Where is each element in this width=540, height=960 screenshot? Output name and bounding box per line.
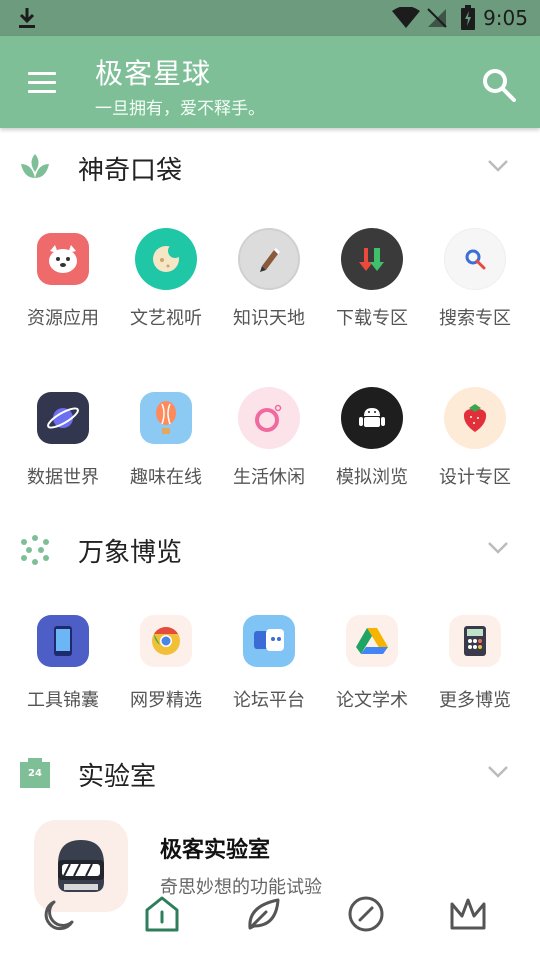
grid-item-knowledge[interactable]: 知识天地 xyxy=(217,228,321,348)
dots-icon xyxy=(21,535,49,565)
grid-item-resource-apps[interactable]: 资源应用 xyxy=(11,228,115,348)
phone-icon xyxy=(37,615,89,667)
sprout-icon xyxy=(21,154,49,178)
grid-item-label: 模拟浏览 xyxy=(336,467,408,488)
chat-icon xyxy=(243,615,295,667)
android-icon xyxy=(341,387,403,449)
pen-icon xyxy=(238,228,300,290)
grid-item-fun[interactable]: 趣味在线 xyxy=(114,387,218,507)
section-header-expo[interactable]: 万象博览 xyxy=(0,518,540,578)
chevron-down-icon[interactable] xyxy=(486,158,510,174)
section-header-pocket[interactable]: 神奇口袋 xyxy=(0,136,540,196)
strawberry-icon xyxy=(444,387,506,449)
chrome-icon xyxy=(140,615,192,667)
grid-item-label: 网罗精选 xyxy=(130,690,202,711)
grid-item-life[interactable]: 生活休闲 xyxy=(217,387,321,507)
building-24-icon: 24 xyxy=(20,758,50,788)
grid-item-label: 设计专区 xyxy=(439,467,511,488)
grid-item-label: 知识天地 xyxy=(233,308,305,329)
battery-icon xyxy=(461,5,475,30)
grid-item-label: 论文学术 xyxy=(336,690,408,711)
download-arrows-icon xyxy=(341,228,403,290)
dog-icon xyxy=(37,233,89,285)
grid-item-label: 文艺视听 xyxy=(130,308,202,329)
balloon-icon xyxy=(140,392,192,444)
grid-item-picks[interactable]: 网罗精选 xyxy=(114,610,218,730)
compass-icon[interactable] xyxy=(346,894,386,934)
wifi-icon xyxy=(392,7,420,28)
section-title: 实验室 xyxy=(78,762,157,792)
search-icon[interactable] xyxy=(482,68,516,102)
grid-item-arts[interactable]: 文艺视听 xyxy=(114,228,218,348)
chevron-down-icon[interactable] xyxy=(486,764,510,780)
home-icon[interactable] xyxy=(142,894,182,934)
grid-item-label: 更多博览 xyxy=(439,690,511,711)
grid-item-tools[interactable]: 工具锦囊 xyxy=(11,610,115,730)
moon-cookie-icon xyxy=(135,228,197,290)
status-bar: 9:05 xyxy=(0,0,540,36)
section-title: 神奇口袋 xyxy=(78,156,183,186)
drive-icon xyxy=(346,615,398,667)
grid-item-forum[interactable]: 论坛平台 xyxy=(217,610,321,730)
app-bar: 极客星球 一旦拥有，爱不释手。 xyxy=(0,36,540,128)
grid-item-label: 资源应用 xyxy=(27,308,99,329)
grid-item-search[interactable]: 搜索专区 xyxy=(423,228,527,348)
app-subtitle: 一旦拥有，爱不释手。 xyxy=(95,99,265,119)
grid-item-more[interactable]: 更多博览 xyxy=(423,610,527,730)
bottom-nav xyxy=(0,880,540,960)
no-signal-icon xyxy=(427,8,447,28)
crown-icon[interactable] xyxy=(448,894,488,934)
grid-item-label: 工具锦囊 xyxy=(27,690,99,711)
section-title: 万象博览 xyxy=(78,538,183,568)
grid-item-label: 搜索专区 xyxy=(439,308,511,329)
grid-item-emulator[interactable]: 模拟浏览 xyxy=(320,387,424,507)
section-header-lab[interactable]: 24 实验室 xyxy=(0,742,540,802)
lab-title[interactable]: 极客实验室 xyxy=(160,832,270,864)
grid-item-data-world[interactable]: 数据世界 xyxy=(11,387,115,507)
app-title: 极客星球 xyxy=(95,57,212,90)
menu-icon[interactable] xyxy=(28,72,56,94)
grid-item-label: 趣味在线 xyxy=(130,467,202,488)
grid-item-label: 生活休闲 xyxy=(233,467,305,488)
ring-icon xyxy=(238,387,300,449)
grid-item-label: 下载专区 xyxy=(336,308,408,329)
grid-item-label: 数据世界 xyxy=(27,467,99,488)
leaf-icon[interactable] xyxy=(244,894,284,934)
moon-icon[interactable] xyxy=(40,894,80,934)
grid-item-design[interactable]: 设计专区 xyxy=(423,387,527,507)
magnifier-icon xyxy=(444,228,506,290)
clock: 9:05 xyxy=(483,6,528,30)
grid-item-downloads[interactable]: 下载专区 xyxy=(320,228,424,348)
planet-icon xyxy=(37,392,89,444)
grid-item-papers[interactable]: 论文学术 xyxy=(320,610,424,730)
download-icon xyxy=(19,8,35,28)
chevron-down-icon[interactable] xyxy=(486,540,510,556)
calculator-icon xyxy=(449,615,501,667)
grid-item-label: 论坛平台 xyxy=(233,690,305,711)
svg-text:24: 24 xyxy=(28,768,42,779)
